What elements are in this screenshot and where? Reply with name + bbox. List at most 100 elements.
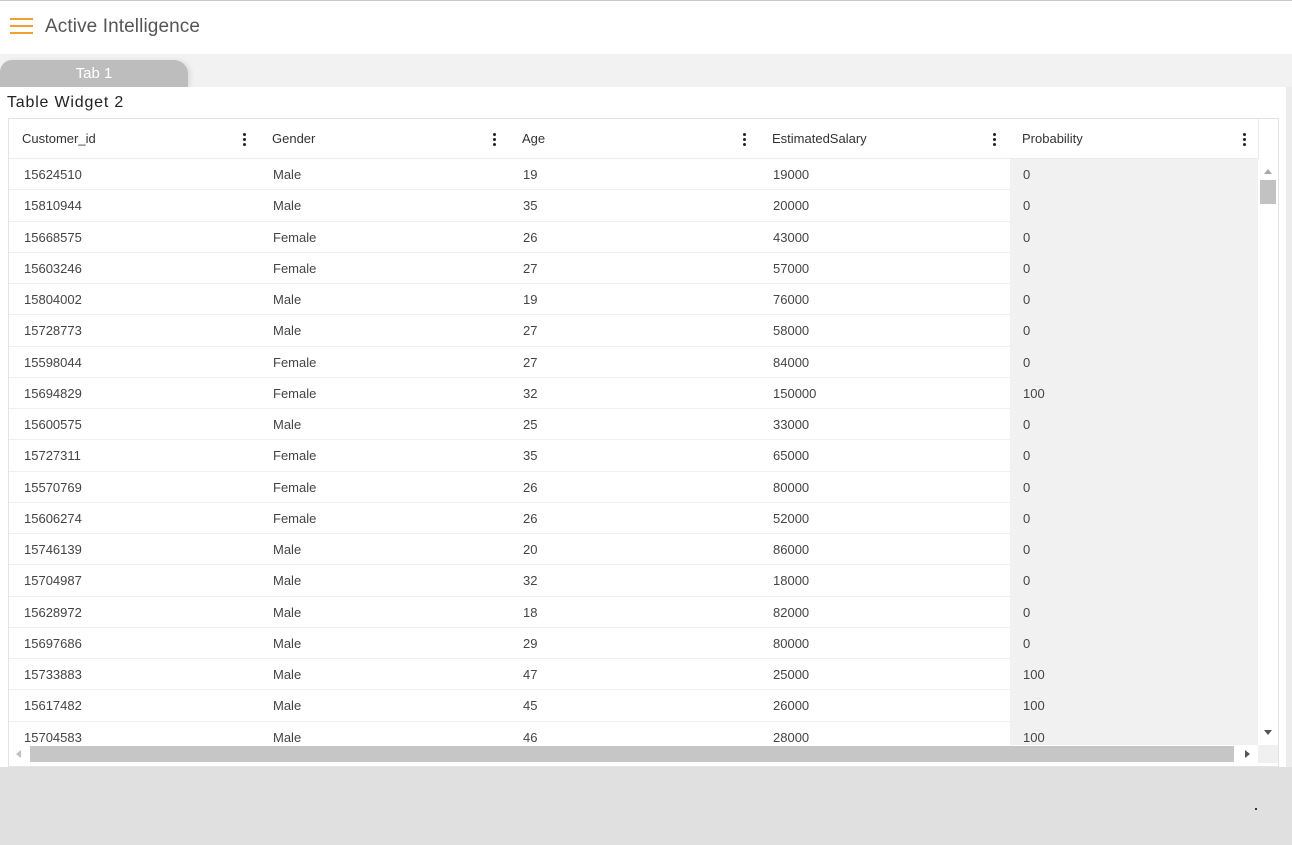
table-row[interactable]: 15606274 Female 26 52000 0 — [9, 502, 1258, 534]
table-cell: 0 — [1010, 252, 1258, 284]
table-row[interactable]: 15570769 Female 26 80000 0 — [9, 471, 1258, 503]
table-row[interactable]: 15746139 Male 20 86000 0 — [9, 534, 1258, 566]
table-cell: 84000 — [773, 354, 810, 370]
table-cell: 15628972 — [24, 604, 82, 620]
table-row[interactable]: 15624510 Male 19 19000 0 — [9, 159, 1258, 191]
column-menu-icon[interactable] — [743, 133, 747, 147]
scroll-down-icon[interactable] — [1264, 730, 1272, 735]
table-cell: 15804002 — [24, 292, 82, 307]
table-cell: 0 — [1010, 534, 1258, 565]
table-cell: 0 — [1010, 627, 1258, 659]
table-cell: 15746139 — [24, 542, 82, 557]
table-cell: 15600575 — [24, 417, 82, 432]
table-cell: 33000 — [773, 417, 810, 432]
table-cell: 0 — [1010, 502, 1258, 534]
table-cell: 0 — [1010, 221, 1258, 253]
horizontal-scrollbar[interactable] — [9, 745, 1258, 763]
table-cell: 76000 — [773, 292, 810, 307]
table-cell: 100 — [1010, 721, 1258, 745]
table-cell: 15606274 — [24, 510, 82, 526]
table-cell: 15570769 — [24, 479, 82, 495]
table-cell: 29 — [523, 635, 538, 651]
scroll-left-icon[interactable] — [16, 750, 21, 758]
table-row[interactable]: 15704987 Male 32 18000 0 — [9, 565, 1258, 597]
table-cell: 15704583 — [24, 729, 82, 745]
table-row[interactable]: 15733883 Male 47 25000 100 — [9, 659, 1258, 691]
table-cell: 35 — [523, 198, 538, 214]
table-cell: 100 — [1010, 659, 1258, 690]
table-cell: Female — [273, 510, 317, 526]
column-header-estimated-salary[interactable]: EstimatedSalary — [759, 119, 1009, 159]
table-cell: 15697686 — [24, 635, 82, 651]
column-header-gender[interactable]: Gender — [259, 119, 509, 159]
table-cell: Female — [273, 260, 317, 276]
table-cell: Male — [273, 667, 302, 682]
table-row[interactable]: 15598044 Female 27 84000 0 — [9, 346, 1258, 378]
column-header-probability[interactable]: Probability — [1009, 119, 1259, 159]
table-header: Customer_id Gender Age EstimatedSalary P… — [9, 119, 1258, 159]
widget-title: Table Widget 2 — [7, 94, 125, 111]
table-cell: Male — [273, 323, 302, 339]
table-body[interactable]: 15624510 Male 19 19000 0 15810944 Male 35 20000 0… — [9, 159, 1258, 745]
table-row[interactable]: 15704583 Male 46 28000 100 — [9, 721, 1258, 745]
footer-area — [0, 767, 1292, 845]
table-row[interactable]: 15728773 Male 27 58000 0 — [9, 315, 1258, 347]
table-cell: 100 — [1010, 377, 1258, 409]
panel-edge — [1286, 87, 1292, 767]
table-cell: 80000 — [773, 479, 810, 495]
column-header-age[interactable]: Age — [509, 119, 759, 159]
table-cell: 0 — [1010, 596, 1258, 628]
table-cell: 0 — [1010, 315, 1258, 347]
table-cell: 45 — [523, 698, 538, 714]
table-cell: 18000 — [773, 573, 810, 589]
column-menu-icon[interactable] — [243, 133, 247, 147]
app-title: Active Intelligence — [45, 16, 201, 37]
column-menu-icon[interactable] — [1243, 133, 1247, 147]
table-row[interactable]: 15694829 Female 32 150000 100 — [9, 377, 1258, 409]
scroll-right-icon[interactable] — [1245, 750, 1250, 758]
data-table: Customer_id Gender Age EstimatedSalary P… — [8, 118, 1279, 767]
table-cell: 65000 — [773, 448, 810, 464]
table-cell: 100 — [1010, 690, 1258, 722]
horizontal-scroll-thumb[interactable] — [30, 746, 1234, 762]
table-row[interactable]: 15628972 Male 18 82000 0 — [9, 596, 1258, 628]
table-row[interactable]: 15600575 Male 25 33000 0 — [9, 409, 1258, 441]
table-row[interactable]: 15668575 Female 26 43000 0 — [9, 221, 1258, 253]
table-row[interactable]: 15617482 Male 45 26000 100 — [9, 690, 1258, 722]
tab-1[interactable]: Tab 1 — [0, 60, 188, 87]
table-cell: 0 — [1010, 159, 1258, 190]
column-menu-icon[interactable] — [993, 133, 997, 147]
dot-mark — [1255, 808, 1257, 810]
table-cell: Female — [273, 479, 317, 495]
tab-strip: Tab 1 — [0, 54, 1292, 87]
scroll-up-icon[interactable] — [1264, 169, 1272, 174]
table-cell: 19 — [523, 292, 538, 307]
table-row[interactable]: 15810944 Male 35 20000 0 — [9, 190, 1258, 222]
table-cell: 46 — [523, 729, 538, 745]
table-cell: 0 — [1010, 190, 1258, 222]
table-cell: 27 — [523, 354, 538, 370]
table-row[interactable]: 15727311 Female 35 65000 0 — [9, 440, 1258, 472]
table-cell: 57000 — [773, 260, 810, 276]
header-corner — [1258, 119, 1278, 159]
column-menu-icon[interactable] — [493, 133, 497, 147]
table-row[interactable]: 15804002 Male 19 76000 0 — [9, 284, 1258, 316]
column-header-customer-id[interactable]: Customer_id — [9, 119, 259, 159]
table-cell: Male — [273, 729, 302, 745]
table-cell: 0 — [1010, 409, 1258, 440]
vertical-scrollbar[interactable] — [1258, 159, 1278, 745]
scroll-corner — [1258, 745, 1278, 763]
column-header-label: Customer_id — [22, 131, 96, 146]
table-cell: Male — [273, 635, 302, 651]
table-cell: 26000 — [773, 698, 810, 714]
table-cell: 18 — [523, 604, 538, 620]
table-cell: 32 — [523, 573, 538, 589]
vertical-scroll-thumb[interactable] — [1260, 180, 1276, 204]
table-row[interactable]: 15697686 Male 29 80000 0 — [9, 627, 1258, 659]
table-cell: 43000 — [773, 229, 810, 245]
table-cell: 0 — [1010, 284, 1258, 315]
table-cell: Female — [273, 354, 317, 370]
table-cell: 15704987 — [24, 573, 82, 589]
hamburger-menu-icon[interactable] — [10, 18, 33, 36]
table-row[interactable]: 15603246 Female 27 57000 0 — [9, 252, 1258, 284]
